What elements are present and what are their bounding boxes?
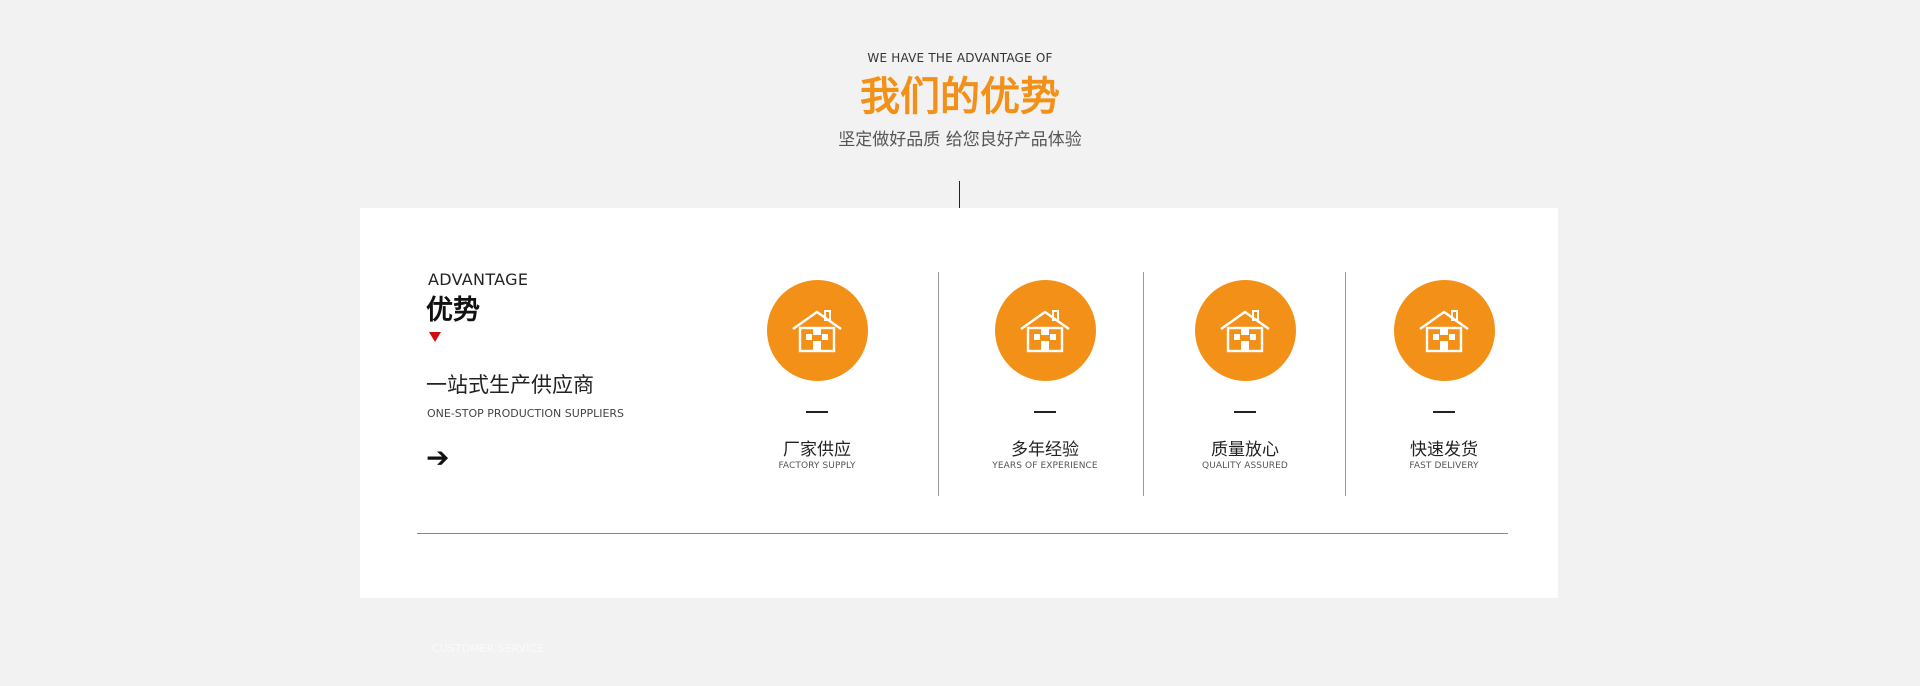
feature-factory-supply: 厂家供应 FACTORY SUPPLY (727, 280, 907, 471)
feature-label-cn: 厂家供应 (783, 440, 851, 460)
house-icon (1020, 309, 1070, 352)
feature-icon-circle (994, 280, 1096, 381)
feature-icon-circle (766, 280, 868, 381)
feature-fast-delivery: 快速发货 FAST DELIVERY (1354, 280, 1534, 471)
feature-dash (806, 411, 828, 413)
feature-divider (1345, 272, 1346, 496)
house-icon (1419, 309, 1469, 352)
faint-footer-text: CUSTOMER SERVICE (432, 642, 545, 655)
feature-divider (938, 272, 939, 496)
card-bottom-divider (417, 533, 1508, 534)
section-subtitle: 坚定做好品质 给您良好产品体验 (838, 130, 1082, 150)
feature-label-en: FACTORY SUPPLY (778, 461, 856, 471)
feature-label-en: YEARS OF EXPERIENCE (992, 461, 1098, 471)
advantage-label-cn: 优势 (426, 295, 480, 326)
feature-label-cn: 多年经验 (1011, 440, 1079, 460)
section-title: 我们的优势 (860, 74, 1060, 120)
feature-label-cn: 质量放心 (1211, 440, 1279, 460)
feature-years-experience: 多年经验 YEARS OF EXPERIENCE (955, 280, 1135, 471)
advantage-label-en: ADVANTAGE (428, 270, 529, 289)
feature-divider (1143, 272, 1144, 496)
feature-dash (1433, 411, 1455, 413)
feature-label-en: QUALITY ASSURED (1202, 461, 1288, 471)
section-eyebrow: WE HAVE THE ADVANTAGE OF (867, 51, 1053, 65)
feature-label-en: FAST DELIVERY (1409, 461, 1479, 471)
house-icon (1220, 309, 1270, 352)
triangle-marker-icon (429, 332, 441, 342)
tagline-cn: 一站式生产供应商 (426, 373, 594, 397)
advantage-card: ADVANTAGE 优势 一站式生产供应商 ONE-STOP PRODUCTIO… (360, 208, 1558, 598)
feature-label-cn: 快速发货 (1410, 440, 1478, 460)
tagline-en: ONE-STOP PRODUCTION SUPPLIERS (427, 407, 625, 420)
feature-icon-circle (1393, 280, 1495, 381)
feature-quality-assured: 质量放心 QUALITY ASSURED (1155, 280, 1335, 471)
feature-dash (1034, 411, 1056, 413)
house-icon (792, 309, 842, 352)
feature-icon-circle (1194, 280, 1296, 381)
arrow-right-icon[interactable]: ➔ (426, 444, 449, 472)
feature-dash (1234, 411, 1256, 413)
